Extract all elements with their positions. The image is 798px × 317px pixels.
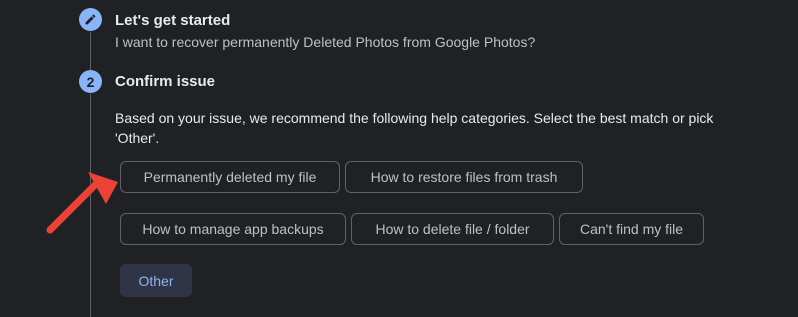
other-button[interactable]: Other xyxy=(120,264,192,297)
help-wizard: Let's get started I want to recover perm… xyxy=(0,0,798,317)
step-connector-line xyxy=(90,32,91,70)
step1-summary: I want to recover permanently Deleted Ph… xyxy=(115,34,536,50)
step2-title: Confirm issue xyxy=(115,73,216,90)
category-chip-manage-app-backups[interactable]: How to manage app backups xyxy=(120,213,346,245)
annotation-arrow-icon xyxy=(46,172,118,234)
step1-edit-circle[interactable] xyxy=(79,8,102,31)
step2-number-badge: 2 xyxy=(79,70,102,93)
category-chip-cant-find-file[interactable]: Can't find my file xyxy=(559,213,704,245)
category-chip-restore-from-trash[interactable]: How to restore files from trash xyxy=(345,161,583,193)
category-chip-permanently-deleted[interactable]: Permanently deleted my file xyxy=(120,161,340,193)
pencil-icon xyxy=(85,14,96,25)
step2-description: Based on your issue, we recommend the fo… xyxy=(115,110,714,146)
step1-title: Let's get started xyxy=(115,12,231,29)
category-chip-delete-file-folder[interactable]: How to delete file / folder xyxy=(351,213,554,245)
